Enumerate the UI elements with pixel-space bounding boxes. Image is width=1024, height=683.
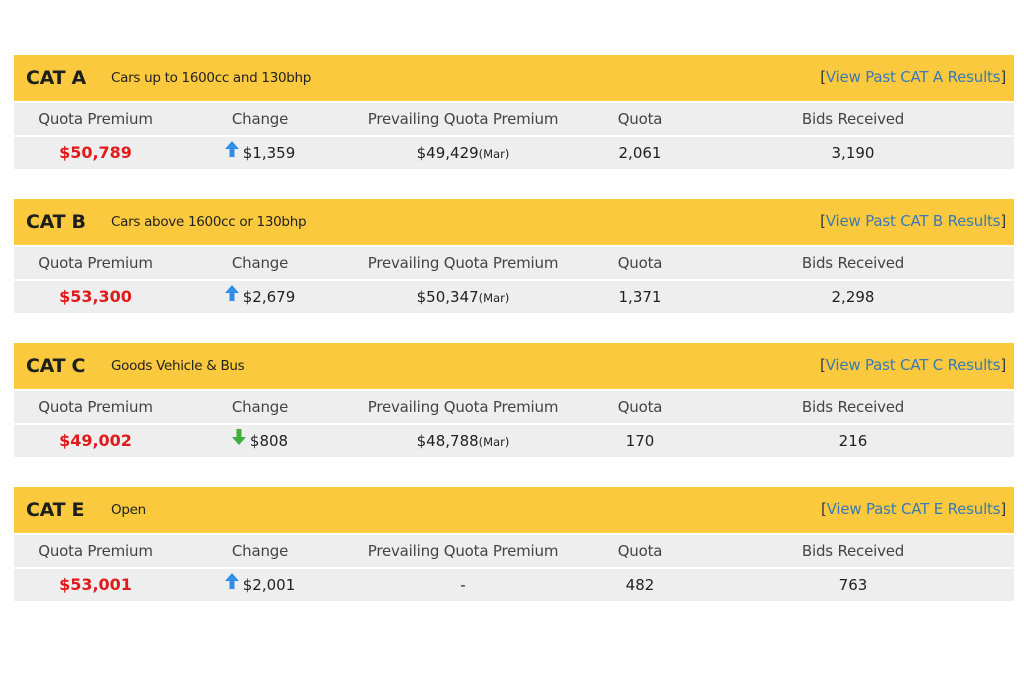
prevailing-quota-premium-cell: $48,788(Mar) [344,425,582,457]
bids-received-value: 3,190 [831,144,875,162]
prevailing-value: $48,788 [416,432,479,450]
col-prevailing-quota-premium: Prevailing Quota Premium [367,110,559,128]
arrow-up-icon [224,280,239,312]
arrow-up-icon [224,568,239,600]
prevailing-month: (Mar) [478,147,510,161]
col-bids-received: Bids Received [801,254,905,272]
category-header: CAT C Goods Vehicle & Bus [View Past CAT… [14,343,1014,389]
arrow-down-icon [231,424,246,456]
change-value: $2,679 [242,288,296,306]
view-past-results-link[interactable]: [View Past CAT B Results] [820,212,1006,230]
view-past-results-link[interactable]: [View Past CAT C Results] [820,356,1006,374]
prevailing-quota-premium-cell: - [344,569,582,601]
col-quota-premium: Quota Premium [38,110,153,128]
arrow-up-icon [224,136,239,168]
change-value-cell: $808 [180,425,340,457]
change-value: $808 [249,432,289,450]
col-quota-premium: Quota Premium [38,542,153,560]
view-past-results-link[interactable]: [View Past CAT E Results] [821,500,1006,518]
col-bids-received: Bids Received [801,110,905,128]
category-card-cat-e: CAT E Open [View Past CAT E Results] Quo… [14,487,1014,601]
col-change: Change [231,110,289,128]
change-value: $1,359 [242,144,296,162]
prevailing-value: - [460,576,466,594]
view-past-results-label[interactable]: View Past CAT A Results [826,68,1001,86]
category-title: CAT A [26,67,86,89]
column-header-row: Quota Premium Change Prevailing Quota Pr… [14,101,1014,135]
bids-received-value: 216 [838,432,868,450]
col-change: Change [231,254,289,272]
category-description: Goods Vehicle & Bus [111,358,245,374]
prevailing-value: $50,347 [416,288,479,306]
category-header: CAT E Open [View Past CAT E Results] [14,487,1014,533]
prevailing-month: (Mar) [478,291,510,305]
link-close-bracket: ] [1000,500,1006,518]
view-past-results-label[interactable]: View Past CAT B Results [826,212,1001,230]
coe-results-list: CAT A Cars up to 1600cc and 130bhp [View… [0,0,1024,683]
category-card-cat-c: CAT C Goods Vehicle & Bus [View Past CAT… [14,343,1014,457]
category-description: Cars above 1600cc or 130bhp [111,214,307,230]
quota-value: 2,061 [618,144,662,162]
prevailing-quota-premium-cell: $50,347(Mar) [344,281,582,313]
category-header: CAT A Cars up to 1600cc and 130bhp [View… [14,55,1014,101]
quota-value: 482 [625,576,655,594]
quota-premium-value: $53,001 [59,575,132,594]
category-title: CAT E [26,499,85,521]
quota-value: 170 [625,432,655,450]
prevailing-quota-premium-cell: $49,429(Mar) [344,137,582,169]
category-card-cat-a: CAT A Cars up to 1600cc and 130bhp [View… [14,55,1014,169]
col-prevailing-quota-premium: Prevailing Quota Premium [367,542,559,560]
quota-premium-value: $49,002 [59,431,132,450]
col-prevailing-quota-premium: Prevailing Quota Premium [367,398,559,416]
value-row: $53,001 $2,001 - 482 763 [14,567,1014,601]
col-quota: Quota [617,110,663,128]
change-value: $2,001 [242,576,296,594]
value-row: $49,002 $808 $48,788(Mar) 170 216 [14,423,1014,457]
link-close-bracket: ] [1000,212,1006,230]
change-value-cell: $2,001 [180,569,340,601]
category-title: CAT B [26,211,86,233]
quota-premium-value: $53,300 [59,287,132,306]
category-card-cat-b: CAT B Cars above 1600cc or 130bhp [View … [14,199,1014,313]
category-description: Open [111,502,146,518]
col-quota-premium: Quota Premium [38,398,153,416]
view-past-results-label[interactable]: View Past CAT C Results [826,356,1001,374]
category-description: Cars up to 1600cc and 130bhp [111,70,312,86]
col-change: Change [231,398,289,416]
col-quota-premium: Quota Premium [38,254,153,272]
link-close-bracket: ] [1000,68,1006,86]
value-row: $50,789 $1,359 $49,429(Mar) 2,061 3,190 [14,135,1014,169]
quota-premium-value: $50,789 [59,143,132,162]
quota-value: 1,371 [618,288,662,306]
category-header: CAT B Cars above 1600cc or 130bhp [View … [14,199,1014,245]
link-close-bracket: ] [1000,356,1006,374]
view-past-results-link[interactable]: [View Past CAT A Results] [820,68,1006,86]
bids-received-value: 2,298 [831,288,875,306]
col-prevailing-quota-premium: Prevailing Quota Premium [367,254,559,272]
col-bids-received: Bids Received [801,398,905,416]
view-past-results-label[interactable]: View Past CAT E Results [827,500,1001,518]
column-header-row: Quota Premium Change Prevailing Quota Pr… [14,245,1014,279]
col-quota: Quota [617,254,663,272]
bids-received-value: 763 [838,576,868,594]
col-bids-received: Bids Received [801,542,905,560]
col-quota: Quota [617,542,663,560]
change-value-cell: $2,679 [180,281,340,313]
col-quota: Quota [617,398,663,416]
prevailing-month: (Mar) [478,435,510,449]
category-title: CAT C [26,355,86,377]
column-header-row: Quota Premium Change Prevailing Quota Pr… [14,389,1014,423]
prevailing-value: $49,429 [416,144,479,162]
column-header-row: Quota Premium Change Prevailing Quota Pr… [14,533,1014,567]
change-value-cell: $1,359 [180,137,340,169]
col-change: Change [231,542,289,560]
value-row: $53,300 $2,679 $50,347(Mar) 1,371 2,298 [14,279,1014,313]
